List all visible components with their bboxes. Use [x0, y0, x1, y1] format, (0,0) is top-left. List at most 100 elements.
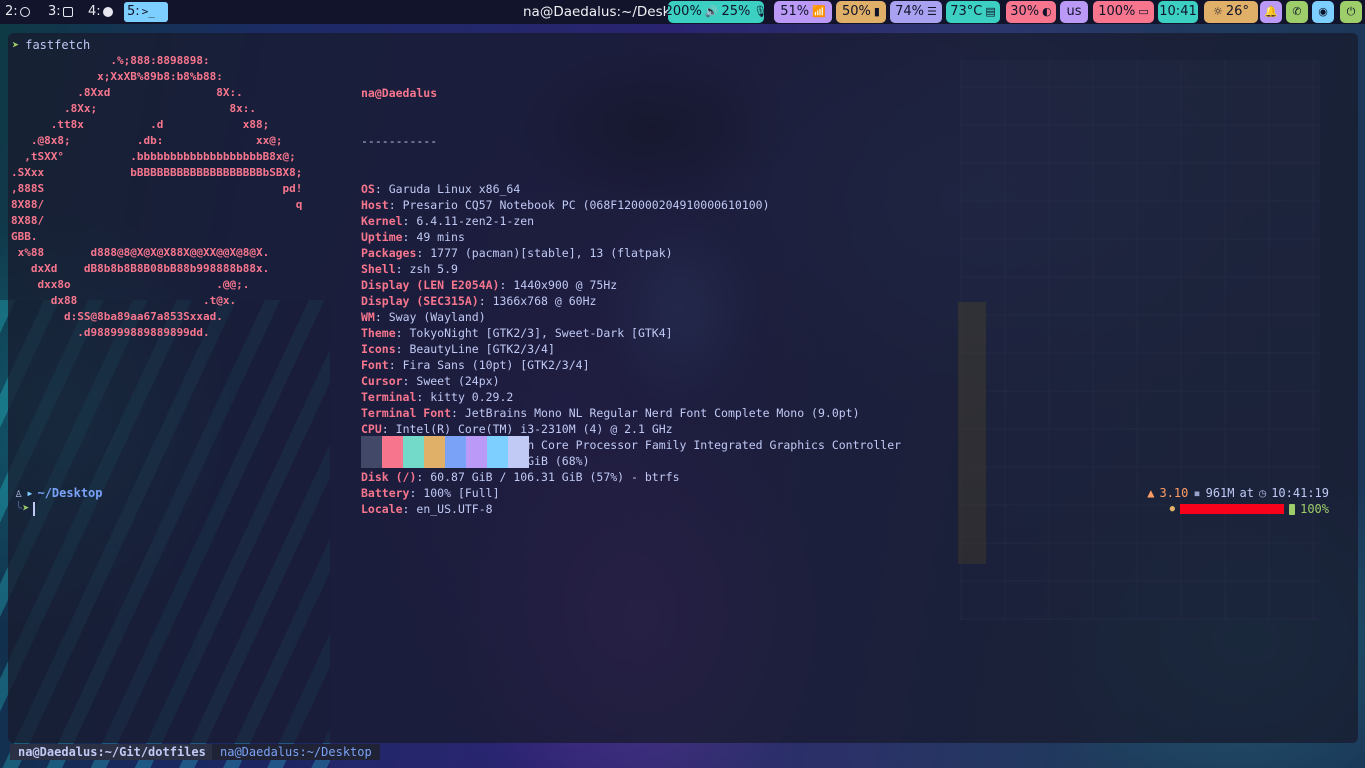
terminal-icon: >_ [141, 5, 155, 18]
audio-module[interactable]: 200% 🔊 25% 🎙 [664, 1, 767, 23]
battery-icon: ▭ [1138, 5, 1149, 18]
palette-swatch [487, 436, 508, 468]
info-key: Host [361, 198, 389, 212]
status-dot-icon: ● [1169, 504, 1176, 514]
info-value: Sweet (24px) [416, 374, 500, 388]
power-button[interactable]: ⏻ [1340, 1, 1362, 23]
right-prompt: ▲ 3.10 ▪ 961M at ◷ 10:41:19 [1147, 486, 1329, 500]
info-value: en_US.UTF-8 [416, 502, 493, 516]
info-value: kitty 0.29.2 [430, 390, 514, 404]
info-row: Locale: en_US.UTF-8 [361, 501, 901, 517]
info-value: Garuda Linux x86_64 [388, 182, 521, 196]
info-colon: : [402, 214, 417, 228]
clock-module[interactable]: 10:41 [1158, 1, 1198, 23]
firefox-icon [102, 7, 113, 17]
rust-icon: ▲ [1147, 486, 1155, 500]
info-colon: : [374, 182, 389, 196]
palette-swatch [361, 436, 382, 468]
power-icon: ⏻ [1346, 5, 1356, 18]
discord-tray-button[interactable]: ◉ [1312, 1, 1334, 23]
whatsapp-icon: ✆ [1292, 5, 1302, 18]
cpu-module[interactable]: 74% ☰ [890, 1, 942, 23]
wifi-value: 51% [780, 4, 810, 19]
info-colon: : [416, 390, 431, 404]
info-value: 100% [Full] [423, 486, 500, 500]
tab-dotfiles[interactable]: na@Daedalus:~/Git/dotfiles [10, 744, 214, 760]
memory-icon: ▪ [1193, 486, 1201, 500]
info-value: Intel(R) Core(TM) i3-2310M (4) @ 2.1 GHz [395, 422, 673, 436]
volume-value: 25% [721, 4, 751, 19]
palette-swatch [382, 436, 403, 468]
info-colon: : [409, 486, 424, 500]
info-colon: : [395, 342, 410, 356]
palette-swatch [445, 436, 466, 468]
discord-icon: ◉ [1318, 5, 1328, 18]
prompt-path: ~/Desktop [37, 486, 103, 500]
backlight-module[interactable]: 30% ◐ [1006, 1, 1056, 23]
info-value: 1440x900 @ 75Hz [513, 278, 618, 292]
info-key: Battery [361, 486, 410, 500]
brightness-value: 200% [664, 4, 702, 19]
whatsapp-tray-button[interactable]: ✆ [1286, 1, 1308, 23]
info-row: Font: Fira Sans (10pt) [GTK2/3/4] [361, 357, 901, 373]
info-row: Uptime: 49 mins [361, 229, 901, 245]
clock-value: 10:41 [1159, 4, 1197, 19]
info-value: TokyoNight [GTK2/3], Sweet-Dark [GTK4] [409, 326, 673, 340]
info-colon: : [402, 230, 417, 244]
temperature-value: 73°C [950, 4, 983, 19]
workspace-4[interactable]: 4: [85, 2, 116, 22]
terminal-tab-bar: na@Daedalus:~/Git/dotfiles na@Daedalus:~… [0, 744, 1365, 760]
status-bar: 2: 3: 4: 5: >_ na@Daedalus:~/Desktop 200… [0, 0, 1365, 24]
palette-swatch [424, 436, 445, 468]
info-row: Packages: 1777 (pacman)[stable], 13 (fla… [361, 245, 901, 261]
info-row: Cursor: Sweet (24px) [361, 373, 901, 389]
wifi-module[interactable]: 51% 📶 [774, 1, 832, 23]
wifi-icon: 📶 [812, 5, 826, 18]
workspace-4-label: 4: [88, 4, 101, 19]
speaker-icon: 🔊 [704, 5, 719, 18]
thermometer-icon: ▤ [985, 5, 996, 18]
info-separator: ----------- [361, 134, 438, 148]
info-row: Battery: 100% [Full] [361, 485, 901, 501]
info-row: Kernel: 6.4.11-zen2-1-zen [361, 213, 901, 229]
temperature-module[interactable]: 73°C ▤ [946, 1, 1000, 23]
workspace-3[interactable]: 3: [45, 2, 76, 22]
battery-module[interactable]: 100% ▭ [1093, 1, 1154, 23]
weather-value: 26° [1225, 4, 1249, 19]
info-colon: : [381, 422, 396, 436]
prompt-line: ♙ ▸ ~/Desktop [15, 486, 103, 500]
info-key: Disk (/) [361, 470, 417, 484]
info-value: Presario CQ57 Notebook PC (068F120000204… [402, 198, 770, 212]
phone-battery-module[interactable]: 50% ▮ [836, 1, 886, 23]
info-key: Kernel [361, 214, 403, 228]
info-key: Font [361, 358, 389, 372]
info-colon: : [416, 470, 431, 484]
info-row: Terminal: kitty 0.29.2 [361, 389, 901, 405]
info-colon: : [499, 278, 514, 292]
info-key: Display (SEC315A) [361, 294, 479, 308]
keyboard-layout-module[interactable]: us [1060, 1, 1088, 23]
info-key: Cursor [361, 374, 403, 388]
workspace-2[interactable]: 2: [2, 2, 33, 22]
info-key: WM [361, 310, 375, 324]
bell-icon: ♙ [15, 486, 23, 500]
command-text: fastfetch [25, 38, 91, 52]
workspace-5[interactable]: 5: >_ [124, 2, 168, 22]
weather-module[interactable]: ☼ 26° [1204, 1, 1258, 23]
at-label: at [1239, 486, 1254, 500]
info-value: 1777 (pacman)[stable], 13 (flatpak) [430, 246, 673, 260]
info-key: Icons [361, 342, 396, 356]
tab-desktop[interactable]: na@Daedalus:~/Desktop [212, 744, 380, 760]
input-line[interactable]: ╰➤ [15, 501, 36, 516]
info-row: Disk (/): 60.87 GiB / 106.31 GiB (57%) -… [361, 469, 901, 485]
info-colon: : [402, 502, 417, 516]
prompt-battery: 100% [1300, 502, 1329, 516]
info-colon: : [402, 374, 417, 388]
notification-button[interactable]: 🔔 [1260, 1, 1282, 23]
phone-battery-value: 50% [842, 4, 871, 19]
info-key: Display (LEN E2054A) [361, 278, 500, 292]
bell-icon: 🔔 [1264, 5, 1278, 18]
command-line: ➤ fastfetch [12, 38, 90, 52]
workspace-5-label: 5: [127, 4, 140, 19]
info-row: Icons: BeautyLine [GTK2/3/4] [361, 341, 901, 357]
